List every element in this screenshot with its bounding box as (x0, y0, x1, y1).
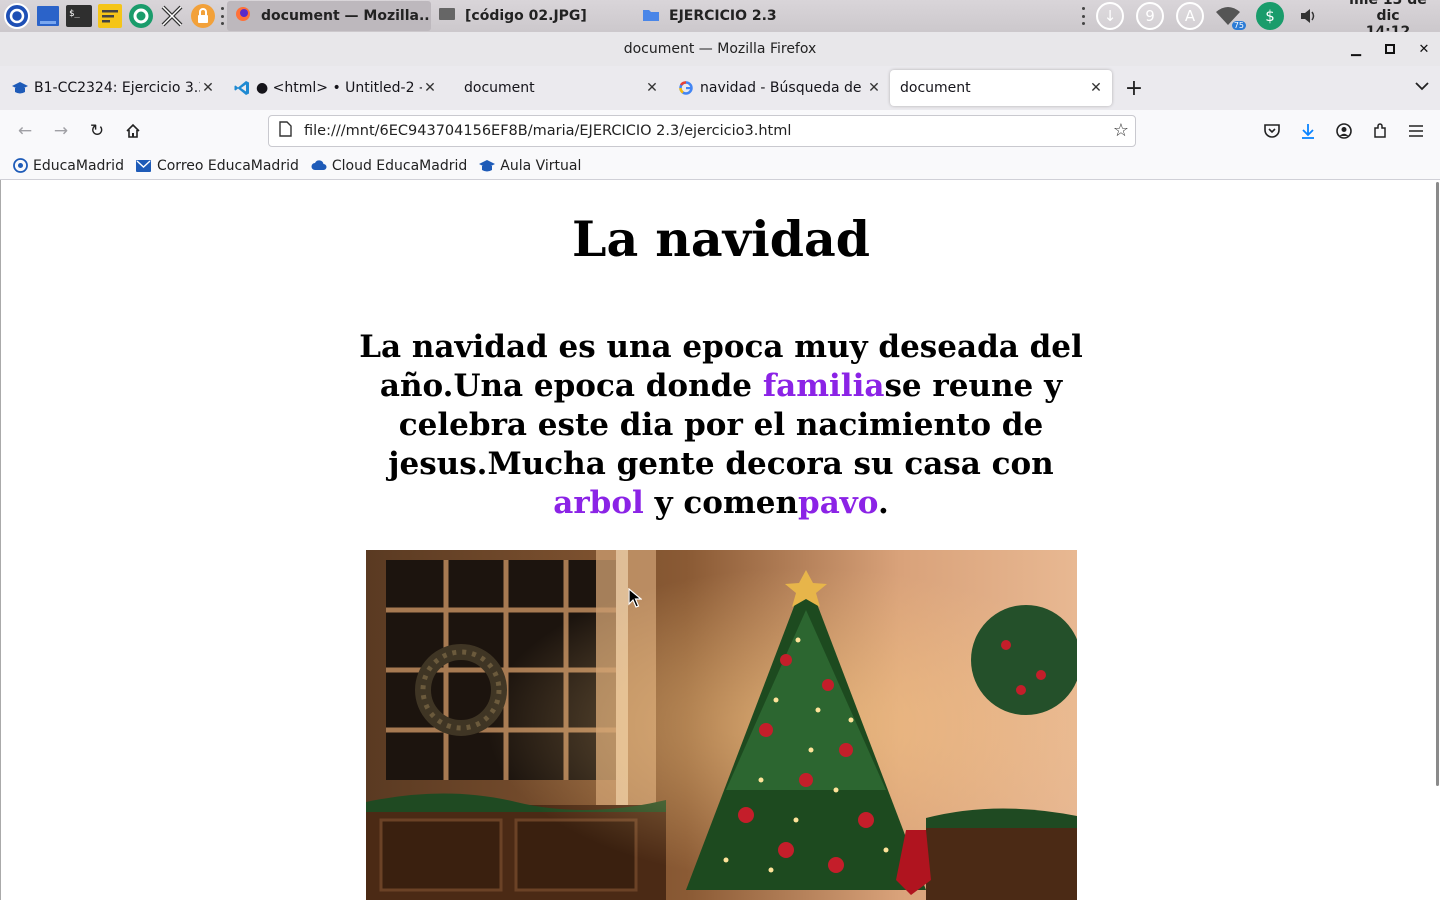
tools-icon[interactable] (158, 2, 186, 30)
terminal-icon[interactable]: $_ (65, 2, 93, 30)
clock-date: mié 13 de dic (1349, 0, 1427, 24)
tab-close-icon[interactable]: ✕ (422, 80, 438, 96)
home-icon[interactable] (115, 115, 151, 147)
page-info-icon[interactable] (279, 121, 292, 141)
link-pavo[interactable]: pavo (798, 485, 878, 521)
paragraph-text: . (877, 485, 889, 521)
task-window-firefox[interactable]: document — Mozilla... (227, 1, 431, 31)
panel-separator-icon (221, 7, 224, 25)
task-window-label: [código 02.JPG] (465, 8, 587, 24)
image-viewer-icon (439, 8, 455, 24)
bookmark-label: Cloud EducaMadrid (331, 157, 468, 174)
tab-document-1[interactable]: document ✕ (446, 70, 668, 106)
cloud-icon (311, 158, 327, 174)
bookmark-aula-virtual[interactable]: Aula Virtual (479, 158, 581, 174)
volume-icon[interactable] (1294, 2, 1324, 30)
extensions-icon[interactable] (1362, 115, 1398, 147)
url-bar[interactable]: file:///mnt/6EC943704156EF8B/maria/EJERC… (268, 115, 1136, 147)
downloads-icon[interactable] (1290, 115, 1326, 147)
forward-icon[interactable]: → (43, 115, 79, 147)
bookmark-label: EducaMadrid (33, 157, 124, 174)
svg-text:$_: $_ (69, 9, 80, 19)
tray-badge-icon[interactable]: 9 (1136, 2, 1164, 30)
reload-icon[interactable]: ↻ (79, 115, 115, 147)
bookmarks-toolbar: EducaMadrid Correo EducaMadrid Cloud Edu… (0, 152, 1440, 180)
close-window-icon[interactable]: ✕ (1416, 41, 1432, 57)
graduation-cap-icon (479, 158, 496, 174)
tab-vscode[interactable]: ● <html> • Untitled-2 - Á ✕ (224, 70, 446, 106)
page-viewport: La navidad La navidad es una epoca muy d… (0, 180, 1440, 900)
bookmark-correo[interactable]: Correo EducaMadrid (136, 158, 299, 174)
wifi-badge: 75 (1231, 21, 1246, 30)
tab-close-icon[interactable]: ✕ (644, 80, 660, 96)
tab-title: document (900, 80, 971, 96)
vpn-icon[interactable] (127, 2, 155, 30)
account-icon[interactable] (1326, 115, 1362, 147)
folder-icon (643, 8, 659, 25)
show-desktop-icon[interactable] (34, 2, 62, 30)
sync-icon[interactable]: $ (1256, 2, 1284, 30)
url-text: file:///mnt/6EC943704156EF8B/maria/EJERC… (304, 123, 792, 139)
vscode-icon (234, 80, 250, 96)
tray-separator-icon (1082, 7, 1085, 25)
tab-google-search[interactable]: navidad - Búsqueda de Go ✕ (668, 70, 890, 106)
bookmark-educamadrid[interactable]: EducaMadrid (12, 158, 124, 174)
bookmark-label: Correo EducaMadrid (156, 157, 299, 174)
mouse-cursor-icon (628, 587, 643, 612)
notes-icon[interactable] (96, 2, 124, 30)
christmas-tree-image (366, 550, 1077, 900)
page-heading: La navidad (572, 210, 870, 268)
list-all-tabs-icon[interactable] (1414, 76, 1430, 95)
task-window-label: document — Mozilla... (261, 8, 431, 24)
task-window-folder[interactable]: EJERCICIO 2.3 (635, 1, 839, 31)
firefox-icon (235, 6, 251, 26)
lock-icon[interactable] (189, 2, 217, 30)
maximize-icon[interactable] (1382, 41, 1398, 57)
app-menu-icon[interactable] (3, 2, 31, 30)
educamadrid-icon (12, 158, 28, 174)
menu-icon[interactable] (1398, 115, 1434, 147)
system-tray: ↓ 9 A 75 $ mié 13 de dic 14:12 (1078, 0, 1440, 40)
page-paragraph: La navidad es una epoca muy deseada del … (356, 328, 1086, 523)
new-tab-button[interactable]: + (1116, 70, 1152, 106)
graduation-cap-icon (12, 80, 28, 96)
bookmark-label: Aula Virtual (500, 157, 582, 174)
google-icon (678, 80, 694, 96)
tab-close-icon[interactable]: ✕ (200, 80, 216, 96)
minimize-icon[interactable]: ▁ (1348, 41, 1364, 57)
bookmark-star-icon[interactable]: ☆ (1113, 120, 1129, 141)
mail-icon (136, 158, 152, 174)
tab-title: navidad - Búsqueda de Go (700, 80, 866, 96)
pocket-icon[interactable] (1254, 115, 1290, 147)
window-title: document — Mozilla Firefox (623, 41, 817, 57)
tab-title: B1-CC2324: Ejercicio 3.3. E (34, 80, 200, 96)
task-window-image-viewer[interactable]: [código 02.JPG] (431, 1, 635, 31)
tab-close-icon[interactable]: ✕ (866, 80, 882, 96)
paragraph-text: y comen (643, 485, 799, 521)
tab-close-icon[interactable]: ✕ (1088, 80, 1104, 96)
tab-title: ● <html> • Untitled-2 - Á (256, 80, 422, 96)
tab-strip: B1-CC2324: Ejercicio 3.3. E ✕ ● <html> •… (0, 66, 1440, 110)
bookmark-cloud[interactable]: Cloud EducaMadrid (311, 158, 467, 174)
task-window-label: EJERCICIO 2.3 (669, 8, 777, 24)
tab-title: document (464, 80, 535, 96)
tab-document-active[interactable]: document ✕ (890, 70, 1112, 106)
page-scrollbar[interactable] (1436, 182, 1439, 786)
keyboard-layout-icon[interactable]: A (1176, 2, 1204, 30)
link-arbol[interactable]: arbol (553, 485, 644, 521)
desktop-top-panel: $_ document — Mozilla... [código 02.JPG]… (0, 0, 1440, 40)
updates-icon[interactable]: ↓ (1096, 2, 1124, 30)
navigation-toolbar: ← → ↻ file:///mnt/6EC943704156EF8B/maria… (0, 110, 1440, 152)
tab-aula-virtual[interactable]: B1-CC2324: Ejercicio 3.3. E ✕ (2, 70, 224, 106)
window-titlebar[interactable]: document — Mozilla Firefox ▁ ✕ (0, 32, 1440, 66)
back-icon[interactable]: ← (7, 115, 43, 147)
wifi-icon[interactable]: 75 (1214, 2, 1246, 30)
link-familia[interactable]: familia (763, 368, 885, 404)
